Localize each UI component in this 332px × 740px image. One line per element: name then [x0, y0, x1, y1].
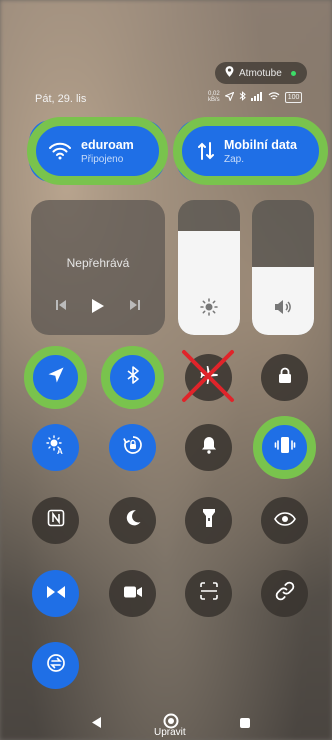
volume-icon — [274, 299, 292, 320]
location-icon — [225, 66, 234, 80]
play-icon[interactable] — [91, 298, 105, 319]
screen-recorder-button[interactable] — [109, 570, 156, 617]
recents-square-icon — [239, 716, 251, 733]
location-pill[interactable]: Atmotube — [215, 62, 307, 84]
bell-icon — [201, 436, 217, 459]
highlight-ring — [24, 346, 87, 409]
media-status: Nepřehrává — [66, 256, 130, 270]
auto-rotate-toggle[interactable] — [109, 424, 156, 471]
highlight-ring — [173, 117, 328, 185]
bluetooth-icon — [239, 91, 246, 103]
lock-icon — [278, 367, 292, 389]
scan-icon — [199, 582, 218, 605]
media-player: Nepřehrává — [31, 200, 165, 335]
eye-icon — [273, 511, 296, 531]
battery-indicator: 100 — [284, 91, 303, 103]
dark-mode-toggle[interactable] — [109, 497, 156, 544]
recents-button[interactable] — [239, 716, 251, 734]
location-arrow-icon — [223, 90, 235, 103]
sound-toggle[interactable] — [185, 424, 232, 471]
screen-lock-button[interactable] — [261, 354, 308, 401]
network-speed: 0,02 kB/s — [208, 91, 220, 103]
reading-mode-toggle[interactable] — [261, 497, 308, 544]
active-dot — [290, 70, 296, 76]
swap-circle-icon — [46, 653, 66, 678]
back-triangle-icon — [91, 716, 102, 733]
location-pill-label: Atmotube — [239, 67, 282, 79]
edit-button[interactable]: Upravit — [154, 727, 186, 738]
scan-button[interactable] — [185, 570, 232, 617]
date-text: Pát, 29. lis — [35, 93, 87, 105]
highlight-ring — [27, 117, 168, 185]
link-icon — [275, 581, 295, 606]
highlight-ring — [101, 346, 164, 409]
back-button[interactable] — [91, 716, 102, 734]
brightness-slider[interactable] — [178, 200, 240, 335]
moon-icon — [124, 509, 142, 532]
volume-slider[interactable] — [252, 200, 314, 335]
wifi-status-icon — [268, 91, 280, 103]
status-icons: 0,02 kB/s 100 — [208, 90, 303, 103]
link-button[interactable] — [261, 570, 308, 617]
video-camera-icon — [123, 584, 143, 604]
signal-icon — [250, 91, 263, 103]
brightness-icon — [200, 298, 218, 321]
data-saver-toggle[interactable] — [32, 642, 79, 689]
cross-out-mark — [178, 346, 238, 411]
cast-toggle[interactable] — [32, 570, 79, 617]
next-icon[interactable] — [129, 298, 141, 319]
rotation-lock-icon — [122, 435, 143, 460]
auto-brightness-icon: A — [45, 435, 66, 460]
butterfly-icon — [46, 584, 66, 604]
nfc-icon — [47, 509, 65, 532]
flashlight-icon — [202, 508, 216, 533]
auto-brightness-toggle[interactable]: A — [32, 424, 79, 471]
previous-icon[interactable] — [55, 298, 67, 319]
highlight-ring — [253, 416, 316, 479]
nfc-toggle[interactable] — [32, 497, 79, 544]
flashlight-toggle[interactable] — [185, 497, 232, 544]
svg-text:A: A — [57, 447, 63, 455]
